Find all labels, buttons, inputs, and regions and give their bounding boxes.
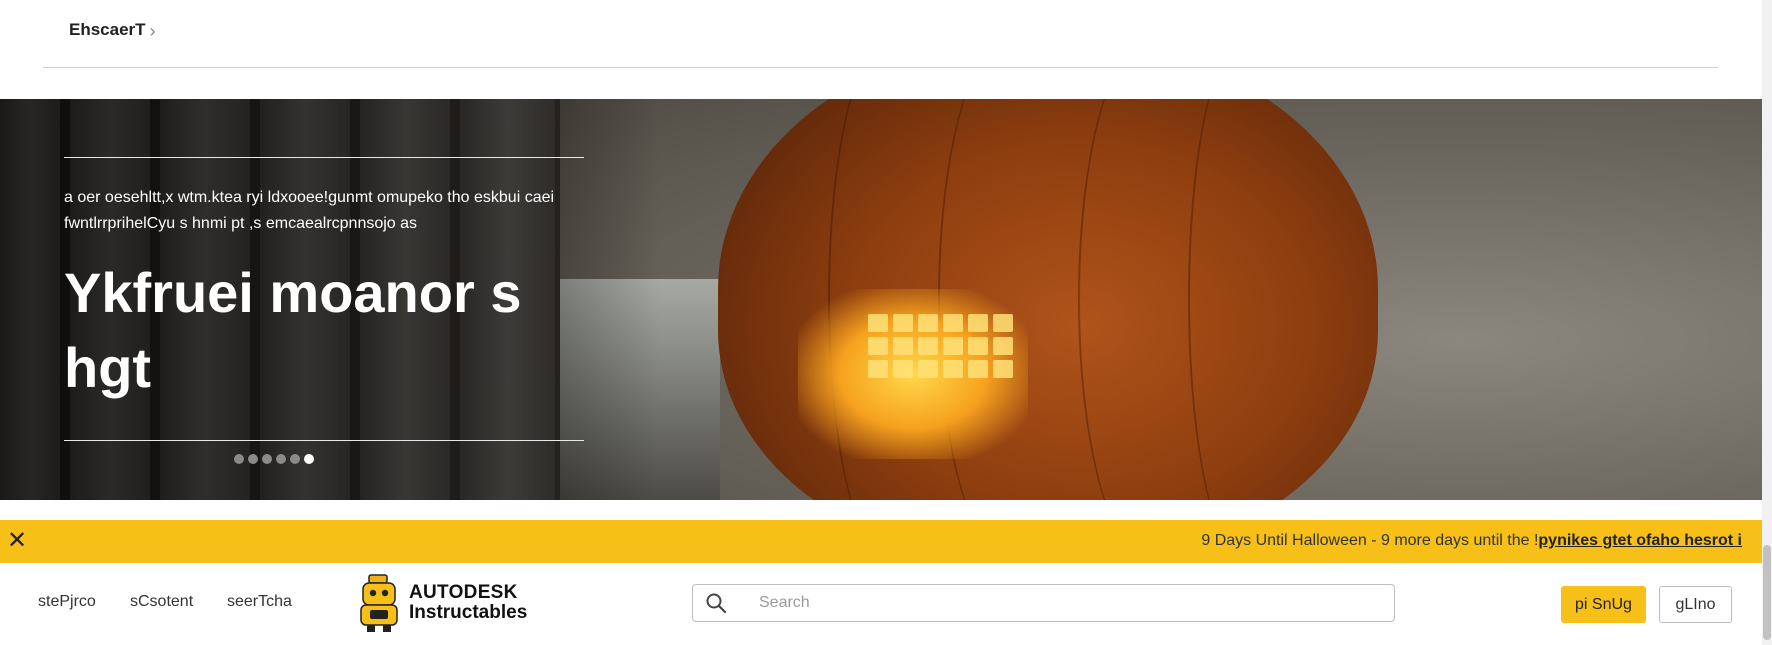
- divider: [43, 67, 1718, 68]
- site-logo[interactable]: AUTODESK Instructables: [357, 573, 527, 633]
- breadcrumb[interactable]: EhscaerT ›: [69, 17, 156, 42]
- carousel-dot-active[interactable]: [304, 454, 314, 464]
- carousel-dot[interactable]: [248, 454, 258, 464]
- hero-title[interactable]: Ykfruei moanor s hgt: [64, 255, 584, 405]
- divider: [64, 440, 584, 441]
- carousel-dot[interactable]: [234, 454, 244, 464]
- hero-description: a oer oesehltt,x wtm.ktea ryi ldxooee!gu…: [64, 189, 555, 232]
- chevron-right-icon: ›: [149, 21, 156, 41]
- close-icon[interactable]: ✕: [4, 528, 30, 554]
- carousel-dot[interactable]: [262, 454, 272, 464]
- main-nav: stePjrco sCsotent seerTcha AUTODESK Inst…: [0, 563, 1762, 645]
- carousel-dot[interactable]: [290, 454, 300, 464]
- page-scrollbar[interactable]: [1762, 0, 1772, 645]
- promo-text: 9 Days Until Halloween - 9 more days unt…: [1201, 532, 1742, 550]
- logo-product: Instructables: [409, 602, 528, 623]
- promo-link[interactable]: pynikes gtet ofaho hesrot i: [1538, 532, 1742, 549]
- search-input[interactable]: [757, 593, 1361, 613]
- login-button[interactable]: gLIno: [1659, 586, 1732, 623]
- breadcrumb-bar: EhscaerT ›: [0, 0, 1762, 99]
- nav-link-teachers[interactable]: seerTcha: [227, 593, 292, 611]
- breadcrumb-label[interactable]: EhscaerT: [69, 20, 146, 40]
- divider: [64, 157, 584, 158]
- search-bar[interactable]: [692, 584, 1395, 622]
- robot-logo-icon: [357, 573, 401, 633]
- carousel-dots: [234, 454, 314, 464]
- promo-message: 9 Days Until Halloween - 9 more days unt…: [1201, 532, 1539, 549]
- pumpkin-image: [718, 99, 1378, 500]
- nav-link-contests[interactable]: sCsotent: [130, 593, 193, 611]
- nav-link-projects[interactable]: stePjrco: [38, 593, 96, 611]
- hero-carousel[interactable]: a oer oesehltt,x wtm.ktea ryi ldxooee!gu…: [0, 99, 1762, 500]
- scrollbar-thumb[interactable]: [1763, 545, 1771, 640]
- carousel-dot[interactable]: [276, 454, 286, 464]
- promo-banner: ✕ 9 Days Until Halloween - 9 more days u…: [0, 520, 1762, 563]
- logo-brand: AUTODESK: [409, 582, 518, 603]
- search-icon: [705, 592, 727, 614]
- signup-button[interactable]: pi SnUg: [1561, 586, 1646, 623]
